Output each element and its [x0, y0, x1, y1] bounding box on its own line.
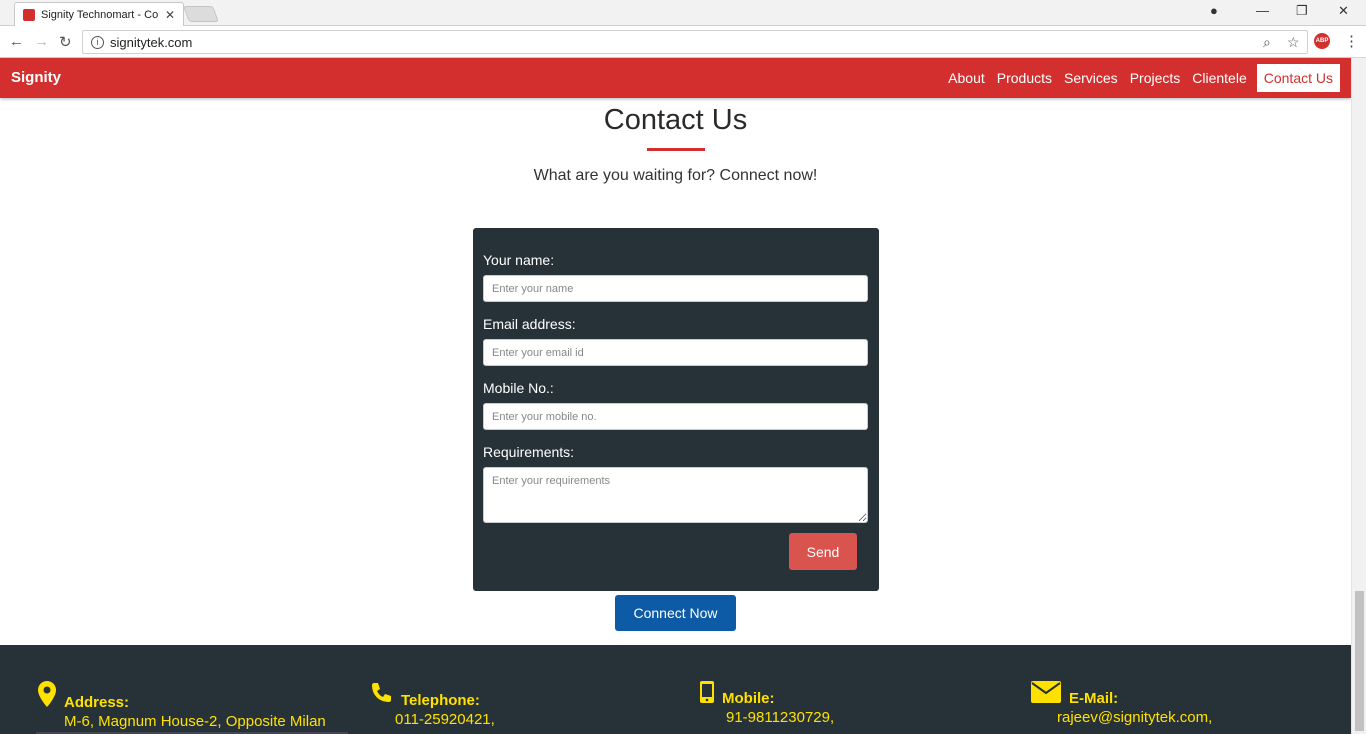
forward-arrow-icon[interactable]: → [34, 33, 49, 50]
mobile-input[interactable] [483, 403, 868, 430]
browser-menu-icon[interactable]: ⋮ [1344, 32, 1359, 50]
footer: Address: M-6, Magnum House-2, Opposite M… [0, 645, 1351, 734]
minimize-icon[interactable]: — [1256, 3, 1269, 18]
telephone-value: 011-25920421, [395, 711, 495, 728]
requirements-label: Requirements: [483, 444, 575, 460]
zoom-icon[interactable]: ⌕ [1263, 34, 1271, 51]
email-label: Email address: [483, 316, 576, 332]
tab-close-icon[interactable]: ✕ [165, 8, 175, 22]
email-value[interactable]: rajeev@signitytek.com, [1031, 709, 1212, 726]
section-title: Contact Us [603, 104, 748, 136]
contact-form: Your name: Email address: Mobile No.: Re… [473, 228, 879, 591]
restore-icon[interactable]: ❐ [1296, 3, 1308, 19]
nav-menu: About Products Services Projects Cliente… [942, 64, 1340, 92]
email-input[interactable] [483, 339, 868, 366]
scrollbar-thumb[interactable] [1355, 591, 1364, 731]
address-bar[interactable]: i signitytek.com [82, 30, 1308, 54]
mobile-value: 91-9811230729, [726, 709, 835, 726]
footer-mobile: Mobile: 91-9811230729, [700, 681, 834, 726]
title-underline [647, 148, 705, 151]
nav-item-products[interactable]: Products [991, 64, 1058, 92]
name-label: Your name: [483, 252, 555, 268]
footer-telephone: Telephone: 011-25920421, [369, 681, 495, 728]
browser-tab[interactable]: Signity Technomart - Co ✕ [14, 2, 184, 26]
footer-address: Address: M-6, Magnum House-2, Opposite M… [38, 681, 326, 730]
new-tab-button[interactable] [183, 6, 219, 22]
nav-item-services[interactable]: Services [1058, 64, 1124, 92]
name-input[interactable] [483, 275, 868, 302]
browser-toolbar: ← → ↻ i signitytek.com ⌕ ☆ ABP ⋮ [0, 26, 1366, 58]
connect-now-button[interactable]: Connect Now [615, 595, 736, 631]
mobile-phone-icon [700, 681, 714, 707]
back-arrow-icon[interactable]: ← [9, 33, 24, 50]
reload-icon[interactable]: ↻ [59, 33, 72, 51]
page-scrollbar[interactable] [1351, 58, 1366, 734]
footer-email: E-Mail: rajeev@signitytek.com, [1031, 681, 1212, 726]
mobile-label: Mobile No.: [483, 380, 554, 396]
browser-tab-strip: Signity Technomart - Co ✕ ● — ❐ ✕ [0, 0, 1366, 26]
site-favicon-icon [23, 8, 35, 21]
envelope-icon [1031, 681, 1061, 707]
site-navbar: Signity About Products Services Projects… [0, 58, 1351, 98]
profile-icon[interactable]: ● [1210, 3, 1218, 18]
mobile-label: Mobile: [722, 690, 775, 707]
site-info-icon[interactable]: i [91, 35, 104, 49]
email-label: E-Mail: [1069, 690, 1119, 707]
bookmark-star-icon[interactable]: ☆ [1287, 34, 1300, 51]
send-button[interactable]: Send [789, 533, 857, 570]
adblock-extension-icon[interactable]: ABP [1314, 33, 1330, 49]
nav-item-clientele[interactable]: Clientele [1186, 64, 1252, 92]
address-label: Address: [64, 694, 130, 711]
nav-item-about[interactable]: About [942, 64, 991, 92]
nav-item-contact-us[interactable]: Contact Us [1256, 64, 1340, 92]
brand-logo[interactable]: Signity [11, 69, 61, 86]
requirements-textarea[interactable] [483, 467, 868, 523]
phone-icon [369, 681, 393, 709]
nav-item-projects[interactable]: Projects [1124, 64, 1187, 92]
telephone-label: Telephone: [401, 692, 480, 709]
url-text: signitytek.com [110, 34, 193, 50]
window-close-icon[interactable]: ✕ [1338, 3, 1349, 19]
section-subtitle: What are you waiting for? Connect now! [533, 167, 818, 184]
map-pin-icon [38, 681, 56, 711]
tab-title: Signity Technomart - Co [41, 8, 159, 21]
address-value: M-6, Magnum House-2, Opposite Milan [64, 713, 326, 730]
